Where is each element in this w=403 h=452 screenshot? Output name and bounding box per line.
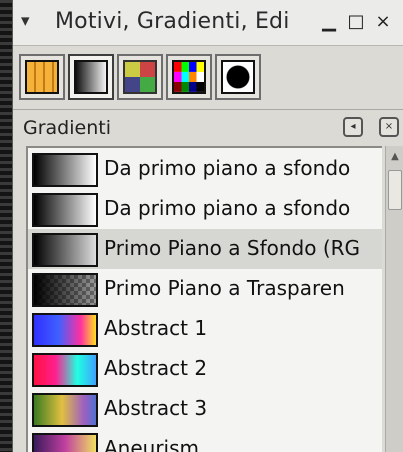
gradient-swatch bbox=[32, 393, 98, 427]
list-scrollbar[interactable]: ▲ bbox=[385, 146, 403, 452]
palette-grid-icon bbox=[123, 60, 157, 94]
tab-palettes[interactable] bbox=[117, 54, 163, 100]
color-palette-icon bbox=[172, 60, 206, 94]
gradient-label: Da primo piano a sfondo bbox=[104, 156, 351, 180]
gradient-list-item[interactable]: Abstract 1 bbox=[28, 309, 382, 349]
gradient-list-item[interactable]: Primo Piano a Sfondo (RG bbox=[28, 229, 382, 269]
panel-menu-icon[interactable]: ◂ bbox=[343, 117, 363, 137]
gradient-list-item[interactable]: Da primo piano a sfondo bbox=[28, 149, 382, 189]
gradient-label: Primo Piano a Trasparen bbox=[104, 276, 345, 300]
scroll-up-icon[interactable]: ▲ bbox=[388, 150, 402, 164]
tab-gradients[interactable] bbox=[68, 54, 114, 100]
gradient-list-item[interactable]: Primo Piano a Trasparen bbox=[28, 269, 382, 309]
gradient-swatch bbox=[32, 273, 98, 307]
gradient-swatch bbox=[32, 153, 98, 187]
minimize-icon[interactable]: ▁ bbox=[318, 10, 340, 34]
collapse-icon[interactable]: ▾ bbox=[21, 10, 30, 32]
close-icon[interactable]: × bbox=[372, 10, 394, 34]
gradient-swatch bbox=[32, 353, 98, 387]
pattern-icon bbox=[25, 60, 59, 94]
gradient-icon bbox=[74, 60, 108, 94]
gradient-list-item[interactable]: Aneurism bbox=[28, 429, 382, 452]
panel-close-icon[interactable]: × bbox=[379, 117, 399, 137]
background-desktop-strip bbox=[0, 0, 12, 452]
tab-colors[interactable] bbox=[166, 54, 212, 100]
gradient-list-item[interactable]: Abstract 2 bbox=[28, 349, 382, 389]
panel-title: Gradienti bbox=[23, 117, 111, 139]
gradient-label: Da primo piano a sfondo bbox=[104, 196, 351, 220]
dock-tab-bar bbox=[13, 47, 403, 110]
gradient-swatch bbox=[32, 313, 98, 347]
gradient-list-item[interactable]: Abstract 3 bbox=[28, 389, 382, 429]
gradient-label: Primo Piano a Sfondo (RG bbox=[104, 236, 361, 260]
scroll-thumb[interactable] bbox=[388, 170, 402, 210]
dock-titlebar[interactable]: ▾ Motivi, Gradienti, Edi ▁ □ × bbox=[13, 0, 403, 46]
tab-patterns[interactable] bbox=[19, 54, 65, 100]
gradient-list[interactable]: Da primo piano a sfondo Da primo piano a … bbox=[26, 146, 382, 452]
gradient-label: Abstract 3 bbox=[104, 396, 208, 420]
dock-window: ▾ Motivi, Gradienti, Edi ▁ □ × Gradienti… bbox=[12, 0, 403, 452]
panel-header: Gradienti ◂ × bbox=[13, 112, 403, 144]
tab-brushes[interactable] bbox=[215, 54, 261, 100]
gradient-label: Aneurism bbox=[104, 436, 200, 452]
gradient-swatch bbox=[32, 433, 98, 452]
dock-title: Motivi, Gradienti, Edi bbox=[55, 9, 290, 34]
brush-dot-icon bbox=[221, 60, 255, 94]
gradient-label: Abstract 1 bbox=[104, 316, 208, 340]
maximize-icon[interactable]: □ bbox=[345, 10, 367, 34]
gradient-list-item[interactable]: Da primo piano a sfondo bbox=[28, 189, 382, 229]
gradient-swatch bbox=[32, 193, 98, 227]
gradient-swatch bbox=[32, 233, 98, 267]
gradient-label: Abstract 2 bbox=[104, 356, 208, 380]
